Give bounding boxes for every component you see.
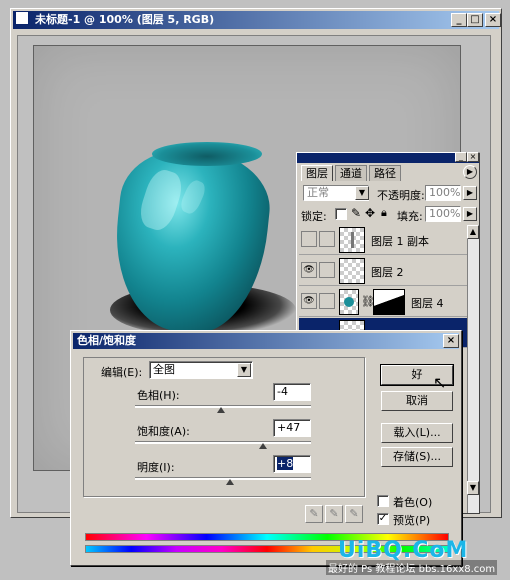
link-toggle[interactable] bbox=[319, 262, 335, 278]
document-titlebar[interactable]: 未标题-1 @ 100% (图层 5, RGB) bbox=[13, 11, 499, 29]
eye-icon[interactable]: 👁︎ bbox=[301, 262, 317, 278]
hue-label: 色相(H): bbox=[137, 389, 180, 402]
colorize-checkbox[interactable] bbox=[377, 495, 389, 507]
save-button[interactable]: 存储(S)... bbox=[381, 447, 453, 467]
cancel-button[interactable]: 取消 bbox=[381, 391, 453, 411]
saturation-slider-handle[interactable] bbox=[259, 443, 268, 449]
lock-move-icon[interactable]: ✥ bbox=[365, 206, 375, 220]
opacity-field[interactable]: 100% bbox=[425, 185, 461, 201]
hue-slider-handle[interactable] bbox=[217, 407, 226, 413]
panel-menu-icon[interactable]: ▶ bbox=[463, 165, 477, 179]
layer-row[interactable]: 图层 1 副本 bbox=[299, 225, 467, 255]
panel-minimize-button[interactable]: _ bbox=[455, 152, 467, 162]
preview-label: 预览(P) bbox=[393, 514, 431, 527]
close-button[interactable]: × bbox=[485, 13, 501, 27]
vase-rim bbox=[152, 142, 262, 166]
saturation-label: 饱和度(A): bbox=[137, 425, 190, 438]
colorize-label: 着色(O) bbox=[393, 496, 433, 509]
chevron-right-icon[interactable]: ▶ bbox=[463, 186, 477, 200]
cursor-arrow-icon: ↖ bbox=[433, 373, 447, 392]
panel-close-button[interactable]: × bbox=[467, 152, 479, 162]
lock-all-icon[interactable]: 🔒︎ bbox=[381, 206, 387, 220]
photoshop-doc-icon bbox=[15, 11, 29, 25]
minimize-button[interactable]: _ bbox=[451, 13, 467, 27]
layer-thumbnail bbox=[339, 258, 365, 284]
lightness-slider[interactable] bbox=[135, 477, 311, 480]
scroll-down-icon[interactable]: ▼ bbox=[467, 481, 479, 495]
lightness-input[interactable]: +8 bbox=[273, 455, 311, 473]
fill-label: 填充: bbox=[397, 210, 423, 223]
saturation-input[interactable]: +47 bbox=[273, 419, 311, 437]
visibility-toggle[interactable] bbox=[301, 231, 317, 247]
chevron-down-icon[interactable]: ▼ bbox=[355, 186, 369, 200]
layer-thumbnail bbox=[339, 289, 359, 315]
opacity-label: 不透明度: bbox=[377, 189, 425, 202]
chevron-right-icon[interactable]: ▶ bbox=[463, 207, 477, 221]
eyedropper-minus-icon[interactable]: ✎ bbox=[345, 505, 363, 523]
watermark-caption: 最好的 Ps 教程论坛 bbs.16xx8.com bbox=[326, 560, 498, 575]
eye-icon[interactable]: 👁︎ bbox=[301, 293, 317, 309]
hue-input[interactable]: -4 bbox=[273, 383, 311, 401]
layer-thumbnail bbox=[339, 227, 365, 253]
lightness-slider-handle[interactable] bbox=[226, 479, 235, 485]
link-toggle[interactable] bbox=[319, 293, 335, 309]
lock-transparency-icon[interactable] bbox=[335, 208, 347, 220]
link-toggle[interactable] bbox=[319, 231, 335, 247]
edit-label: 编辑(E): bbox=[101, 366, 143, 379]
hue-saturation-dialog: 色相/饱和度 × 编辑(E): 全图 ▼ 色相(H): -4 饱和度(A): +… bbox=[70, 330, 462, 566]
dialog-titlebar[interactable]: 色相/饱和度 bbox=[73, 333, 459, 349]
lightness-value: +8 bbox=[277, 457, 294, 470]
eyedropper-plus-icon[interactable]: ✎ bbox=[325, 505, 343, 523]
scroll-up-icon[interactable]: ▲ bbox=[467, 225, 479, 239]
document-title: 未标题-1 @ 100% (图层 5, RGB) bbox=[35, 13, 215, 26]
lock-paint-icon[interactable]: ✎ bbox=[351, 206, 361, 220]
preview-checkbox[interactable]: ✓ bbox=[377, 513, 389, 525]
layer-row[interactable]: 👁︎ ⛓︎ 图层 4 bbox=[299, 287, 467, 317]
layer-row[interactable]: 👁︎ 图层 2 bbox=[299, 256, 467, 286]
load-button[interactable]: 载入(L)... bbox=[381, 423, 453, 443]
chevron-down-icon[interactable]: ▼ bbox=[237, 363, 251, 377]
tab-layers[interactable]: 图层 bbox=[301, 165, 333, 181]
layer-name: 图层 2 bbox=[371, 266, 404, 279]
tab-paths[interactable]: 路径 bbox=[369, 165, 401, 181]
layer-mask-thumbnail[interactable] bbox=[373, 289, 405, 315]
saturation-slider[interactable] bbox=[135, 441, 311, 444]
layer-name: 图层 1 副本 bbox=[371, 235, 429, 248]
layer-name: 图层 4 bbox=[411, 297, 444, 310]
lightness-label: 明度(I): bbox=[137, 461, 175, 474]
layers-panel-titlebar[interactable] bbox=[297, 153, 479, 163]
close-icon[interactable]: × bbox=[443, 334, 459, 348]
eyedropper-icon[interactable]: ✎ bbox=[305, 505, 323, 523]
maximize-button[interactable]: □ bbox=[467, 13, 483, 27]
fill-field[interactable]: 100% bbox=[425, 206, 461, 222]
tab-channels[interactable]: 通道 bbox=[335, 165, 367, 181]
lock-label: 锁定: bbox=[301, 210, 327, 223]
layers-scrollbar[interactable]: ▲ ▼ bbox=[467, 225, 479, 513]
dialog-title: 色相/饱和度 bbox=[77, 334, 137, 347]
